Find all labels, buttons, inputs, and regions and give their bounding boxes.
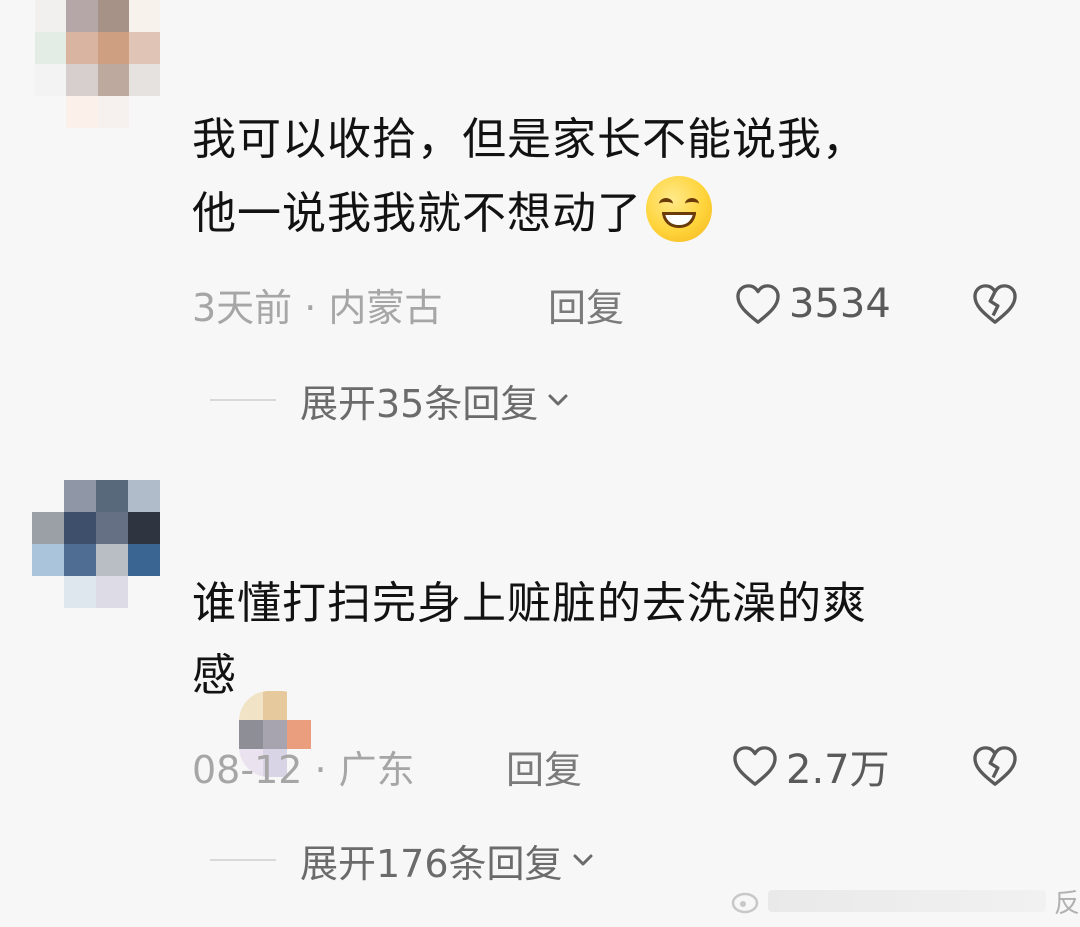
mosaic-tile bbox=[128, 480, 160, 512]
mosaic-tile bbox=[128, 0, 160, 32]
mosaic-tile bbox=[32, 480, 64, 512]
mosaic-tile bbox=[35, 64, 67, 96]
mosaic-tile bbox=[128, 96, 160, 128]
watermark-text: 反 bbox=[1053, 888, 1080, 919]
smile-emoji-icon bbox=[646, 176, 712, 242]
comment-meta: 08-12 · 广东 回复 2.7万 bbox=[192, 736, 1040, 796]
reply-button[interactable]: 回复 bbox=[506, 739, 582, 794]
mosaic-tile bbox=[32, 544, 64, 576]
heart-icon bbox=[736, 284, 780, 324]
like-button[interactable]: 2.7万 bbox=[732, 737, 890, 795]
mosaic-tile bbox=[66, 96, 98, 128]
broken-heart-icon bbox=[973, 746, 1017, 786]
like-count: 3534 bbox=[789, 281, 891, 327]
mosaic-tile bbox=[239, 691, 263, 720]
comment-meta: 3天前 · 内蒙古 回复 3534 bbox=[192, 274, 1040, 334]
like-button[interactable]: 3534 bbox=[735, 281, 891, 327]
comment-text-line: 感 bbox=[192, 650, 237, 701]
watermark-bar bbox=[768, 890, 1046, 912]
mosaic-tile bbox=[287, 691, 311, 720]
chevron-down-icon bbox=[573, 854, 593, 866]
heart-icon bbox=[733, 746, 777, 786]
mosaic-tile bbox=[97, 0, 129, 32]
time-location: 3天前 · 内蒙古 bbox=[192, 285, 443, 330]
mosaic-tile bbox=[35, 96, 67, 128]
mosaic-tile bbox=[66, 128, 98, 160]
mosaic-tile bbox=[128, 32, 160, 64]
expand-replies-button[interactable]: 展开35条回复 bbox=[210, 370, 570, 430]
mosaic-tile bbox=[32, 576, 64, 608]
divider-line bbox=[210, 859, 276, 861]
mosaic-tile bbox=[96, 512, 128, 544]
mosaic-tile bbox=[66, 64, 98, 96]
mosaic-tile bbox=[96, 576, 128, 608]
dislike-button[interactable] bbox=[972, 745, 1018, 787]
chevron-down-icon bbox=[548, 394, 568, 406]
expand-replies-button[interactable]: 展开176条回复 bbox=[210, 830, 595, 890]
comment-text-line: 他一说我我就不想动了 bbox=[192, 188, 642, 239]
mosaic-tile bbox=[128, 512, 160, 544]
like-count: 2.7万 bbox=[786, 747, 890, 793]
mosaic-tile bbox=[128, 128, 160, 160]
mosaic-tile bbox=[64, 480, 96, 512]
comment-text-line: 我可以收拾，但是家长不能说我， bbox=[192, 114, 867, 165]
mosaic-tile bbox=[35, 128, 67, 160]
mosaic-tile bbox=[128, 576, 160, 608]
avatar[interactable] bbox=[35, 0, 160, 160]
comment-item: 谁懂打扫完身上赃脏的去洗澡的爽感 08-12 · 广东 回复 2.7万 展开17… bbox=[0, 460, 1080, 927]
mosaic-tile bbox=[64, 512, 96, 544]
mosaic-tile bbox=[263, 691, 287, 720]
expand-replies-label: 展开35条回复 bbox=[300, 381, 539, 426]
mosaic-tile bbox=[66, 0, 98, 32]
mosaic-tile bbox=[35, 32, 67, 64]
comment-item: 我可以收拾，但是家长不能说我， 他一说我我就不想动了 3天前 · 内蒙古 回复 3… bbox=[0, 0, 1080, 460]
mosaic-tile bbox=[97, 96, 129, 128]
mosaic-tile bbox=[97, 32, 129, 64]
avatar[interactable] bbox=[32, 480, 160, 608]
expand-replies-label: 展开176条回复 bbox=[300, 841, 563, 886]
mosaic-tile bbox=[66, 32, 98, 64]
weibo-logo-icon bbox=[731, 892, 759, 914]
mosaic-tile bbox=[128, 64, 160, 96]
mosaic-tile bbox=[32, 512, 64, 544]
watermark: 反 bbox=[730, 880, 1080, 922]
broken-heart-icon bbox=[973, 284, 1017, 324]
mosaic-tile bbox=[35, 0, 67, 32]
dislike-button[interactable] bbox=[972, 283, 1018, 325]
comment-text-line: 谁懂打扫完身上赃脏的去洗澡的爽 bbox=[192, 578, 867, 629]
mosaic-tile bbox=[64, 576, 96, 608]
mosaic-tile bbox=[96, 544, 128, 576]
mosaic-tile bbox=[64, 544, 96, 576]
mosaic-tile bbox=[128, 544, 160, 576]
mosaic-tile bbox=[97, 128, 129, 160]
reply-button[interactable]: 回复 bbox=[548, 277, 624, 332]
divider-line bbox=[210, 399, 276, 401]
mosaic-tile bbox=[97, 64, 129, 96]
time-location: 08-12 · 广东 bbox=[192, 747, 415, 792]
comment-text: 我可以收拾，但是家长不能说我， 他一说我我就不想动了 bbox=[192, 104, 1012, 250]
mosaic-tile bbox=[96, 480, 128, 512]
